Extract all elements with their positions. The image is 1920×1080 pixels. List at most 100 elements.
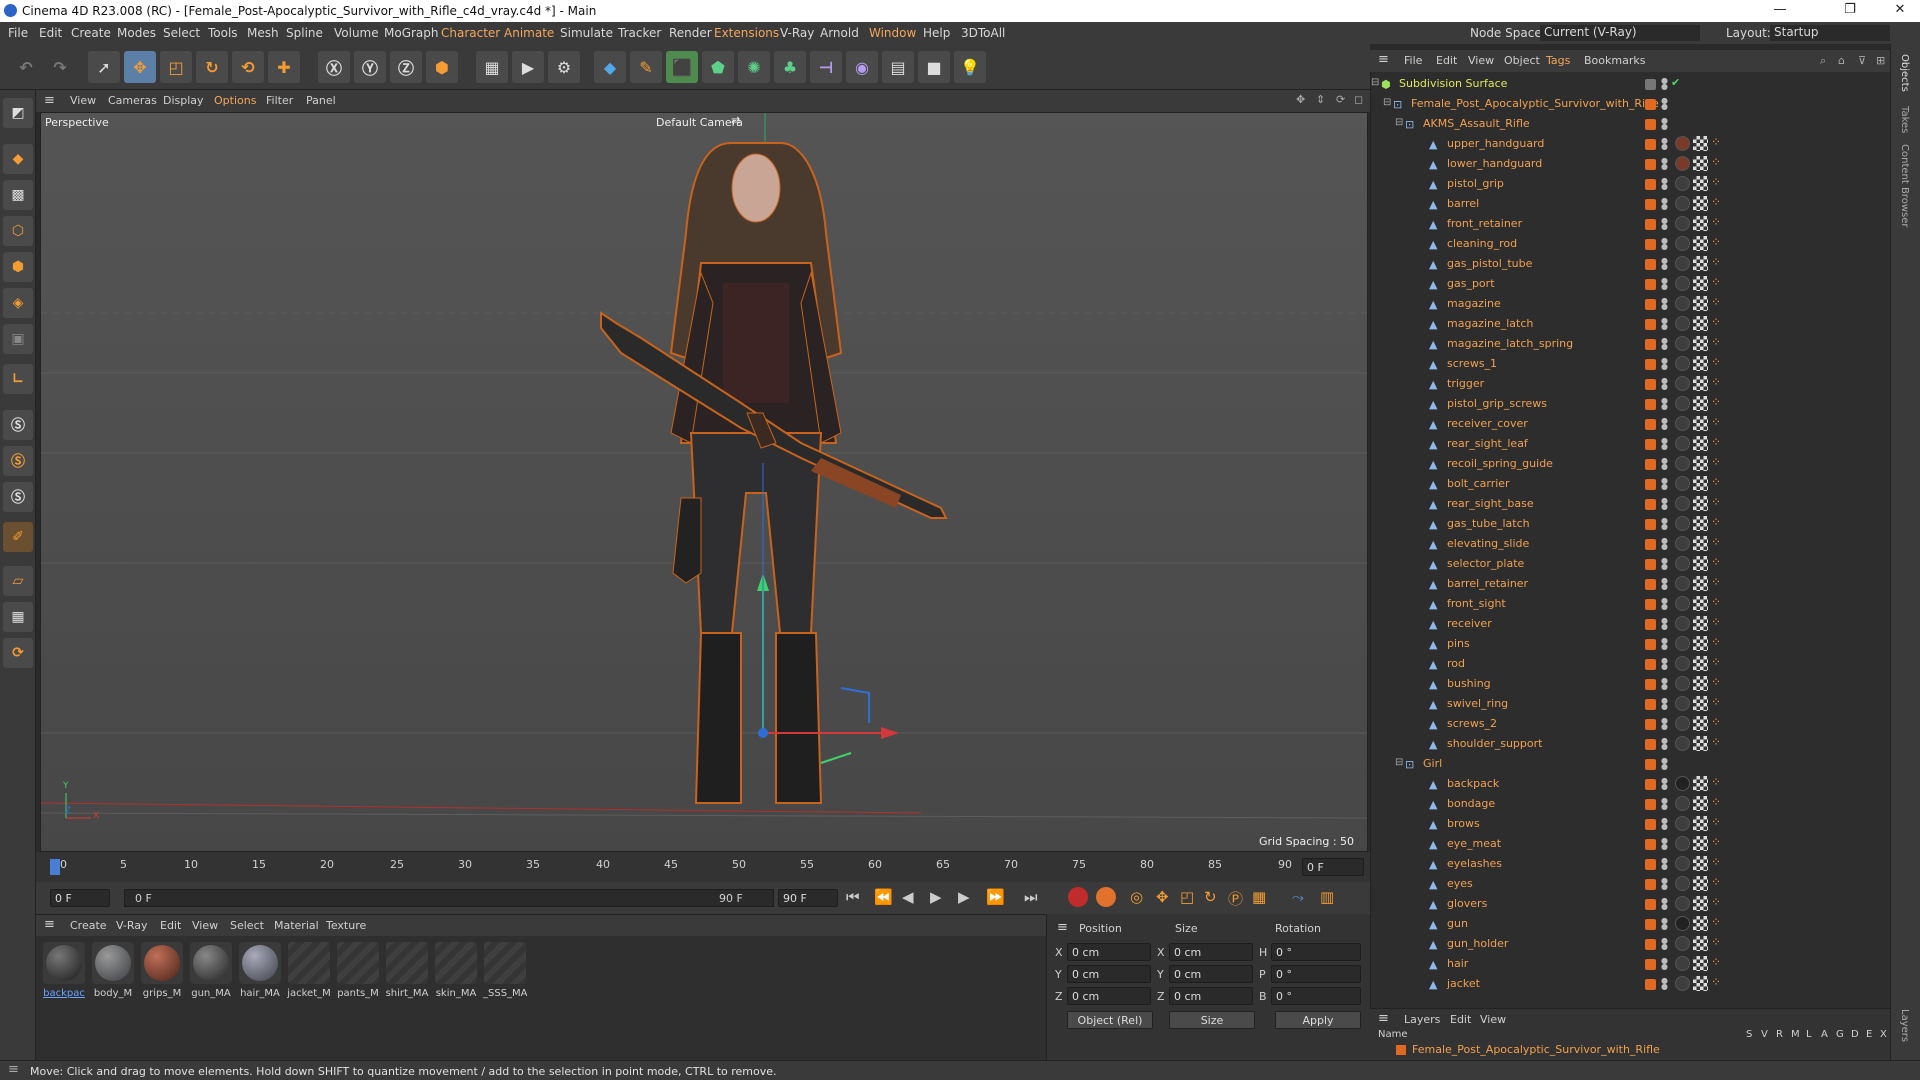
material-swatch[interactable]: pants_M (336, 942, 380, 1002)
workplane-button[interactable]: ▱ (3, 566, 33, 596)
uvw-tag-icon[interactable] (1693, 816, 1708, 831)
phong-tag-icon[interactable]: ⁘ (1711, 875, 1721, 889)
menu-spline[interactable]: Spline (286, 26, 323, 40)
menu-file[interactable]: File (8, 26, 28, 40)
key-rotation-icon[interactable]: ↻ (1204, 888, 1217, 906)
layer-color-swatch[interactable] (1645, 159, 1656, 170)
om-search-icon[interactable]: ⌕ (1820, 54, 1826, 68)
uvw-tag-icon[interactable] (1693, 896, 1708, 911)
visibility-dots-icon[interactable]: ● ● (1661, 677, 1668, 691)
layer-color-swatch[interactable] (1645, 539, 1656, 550)
om-new-window-icon[interactable]: ⊞ (1876, 54, 1885, 67)
make-editable-button[interactable]: ◩ (3, 98, 33, 128)
material-tag-icon[interactable] (1675, 936, 1690, 951)
phong-tag-icon[interactable]: ⁘ (1711, 395, 1721, 409)
material-swatch[interactable]: body_M (91, 942, 135, 1002)
layer-color-swatch[interactable] (1645, 599, 1656, 610)
object-name[interactable]: swivel_ring (1447, 697, 1508, 710)
layer-color-swatch[interactable] (1645, 79, 1656, 90)
snap-button[interactable]: Ⓢ (3, 410, 33, 440)
uvw-tag-icon[interactable] (1693, 716, 1708, 731)
object-row-bolt-carrier[interactable]: ▲ bolt_carrier ● ● ⁘ (1371, 474, 1890, 494)
object-row-barrel[interactable]: ▲ barrel ● ● ⁘ (1371, 194, 1890, 214)
object-name[interactable]: front_retainer (1447, 217, 1522, 230)
phong-tag-icon[interactable]: ⁘ (1711, 455, 1721, 469)
undo-button[interactable]: ↶ (10, 51, 42, 83)
uvw-tag-icon[interactable] (1693, 176, 1708, 191)
object-row-rifle-group[interactable]: ⊟ ⊡ AKMS_Assault_Rifle ● ● (1371, 114, 1890, 134)
phong-tag-icon[interactable]: ⁘ (1711, 155, 1721, 169)
layer-color-swatch[interactable] (1645, 519, 1656, 530)
object-name[interactable]: elevating_slide (1447, 537, 1529, 550)
object-row-group[interactable]: ⊟ ⊡ Female_Post_Apocalyptic_Survivor_with_… (1371, 94, 1890, 114)
uvw-tag-icon[interactable] (1693, 676, 1708, 691)
dolly-view-icon[interactable]: ⇕ (1316, 93, 1325, 106)
uvw-tag-icon[interactable] (1693, 276, 1708, 291)
object-name[interactable]: gun_holder (1447, 937, 1508, 950)
material-hamburger-icon[interactable]: ≡ (44, 917, 55, 932)
3d-viewport[interactable]: Perspective Default Camera ⇄ Grid Spacin… (40, 112, 1368, 852)
material-swatch[interactable]: _SSS_MA (483, 942, 527, 1002)
layer-color-swatch[interactable] (1645, 559, 1656, 570)
prev-key-icon[interactable]: ⏪ (874, 888, 893, 906)
uvw-tag-icon[interactable] (1693, 556, 1708, 571)
render-region-button[interactable]: ▦ (476, 51, 508, 83)
layer-color-swatch[interactable] (1645, 139, 1656, 150)
material-tag-icon[interactable] (1675, 956, 1690, 971)
object-name[interactable]: brows (1447, 817, 1480, 830)
expand-toggle-icon[interactable]: ⊟ (1383, 97, 1391, 108)
render-settings-button[interactable]: ⚙ (548, 51, 580, 83)
object-name[interactable]: receiver_cover (1447, 417, 1528, 430)
cube-button[interactable]: ◆ (594, 51, 626, 83)
visibility-dots-icon[interactable]: ● ● (1661, 197, 1668, 211)
edges-mode-button[interactable]: ⬢ (3, 252, 33, 282)
object-name[interactable]: rod (1447, 657, 1465, 670)
size-mode-dropdown[interactable]: Size (1169, 1011, 1255, 1029)
uvw-tag-icon[interactable] (1693, 476, 1708, 491)
menu-volume[interactable]: Volume (334, 26, 379, 40)
phong-tag-icon[interactable]: ⁘ (1711, 735, 1721, 749)
visibility-dots-icon[interactable]: ● ● (1661, 617, 1668, 631)
material-swatch[interactable]: grips_M (140, 942, 184, 1002)
redo-button[interactable]: ↷ (44, 51, 76, 83)
brush-button[interactable]: ✐ (3, 522, 33, 552)
position-x-field[interactable]: 0 cm (1067, 943, 1151, 961)
layer-color-swatch[interactable] (1645, 699, 1656, 710)
layer-color-swatch[interactable] (1645, 219, 1656, 230)
material-tag-icon[interactable] (1675, 876, 1690, 891)
material-tag-icon[interactable] (1675, 976, 1690, 991)
layer-color-swatch[interactable] (1645, 819, 1656, 830)
object-name[interactable]: lower_handguard (1447, 157, 1542, 170)
menu-vray[interactable]: V-Ray (780, 26, 814, 40)
visibility-dots-icon[interactable]: ● ● (1661, 597, 1668, 611)
record-icon[interactable] (1068, 887, 1088, 907)
layer-color-swatch[interactable] (1645, 939, 1656, 950)
om-hamburger-icon[interactable]: ≡ (1378, 52, 1389, 67)
object-name[interactable]: eyes (1447, 877, 1473, 890)
material-tag-icon[interactable] (1675, 496, 1690, 511)
render-view-button[interactable]: ▶ (512, 51, 544, 83)
layer-color-swatch[interactable] (1645, 319, 1656, 330)
material-swatch[interactable]: shirt_MA (385, 942, 429, 1002)
layers-menu-layers[interactable]: Layers (1404, 1013, 1440, 1026)
visibility-dots-icon[interactable]: ● ● (1661, 417, 1668, 431)
uvw-tag-icon[interactable] (1693, 916, 1708, 931)
visibility-dots-icon[interactable]: ● ● (1661, 497, 1668, 511)
menu-animate[interactable]: Animate (504, 26, 554, 40)
object-row-hair[interactable]: ▲ hair ● ● ⁘ (1371, 954, 1890, 974)
visibility-dots-icon[interactable]: ● ● (1661, 377, 1668, 391)
extrude-button[interactable]: ⬟ (702, 51, 734, 83)
layer-color-swatch[interactable] (1645, 659, 1656, 670)
object-row-backpack[interactable]: ▲ backpack ● ● ⁘ (1371, 774, 1890, 794)
uvw-tag-icon[interactable] (1693, 396, 1708, 411)
object-row-receiver-cover[interactable]: ▲ receiver_cover ● ● ⁘ (1371, 414, 1890, 434)
menu-edit[interactable]: Edit (39, 26, 62, 40)
grid-button[interactable]: ▦ (3, 602, 33, 632)
axis-mode-button[interactable]: ∟ (3, 364, 33, 394)
material-tag-icon[interactable] (1675, 336, 1690, 351)
keyframe-selection-icon[interactable]: ◎ (1130, 888, 1143, 906)
phong-tag-icon[interactable]: ⁘ (1711, 255, 1721, 269)
next-frame-icon[interactable]: ▶ (958, 888, 970, 906)
object-name[interactable]: trigger (1447, 377, 1484, 390)
object-row-screws-1[interactable]: ▲ screws_1 ● ● ⁘ (1371, 354, 1890, 374)
